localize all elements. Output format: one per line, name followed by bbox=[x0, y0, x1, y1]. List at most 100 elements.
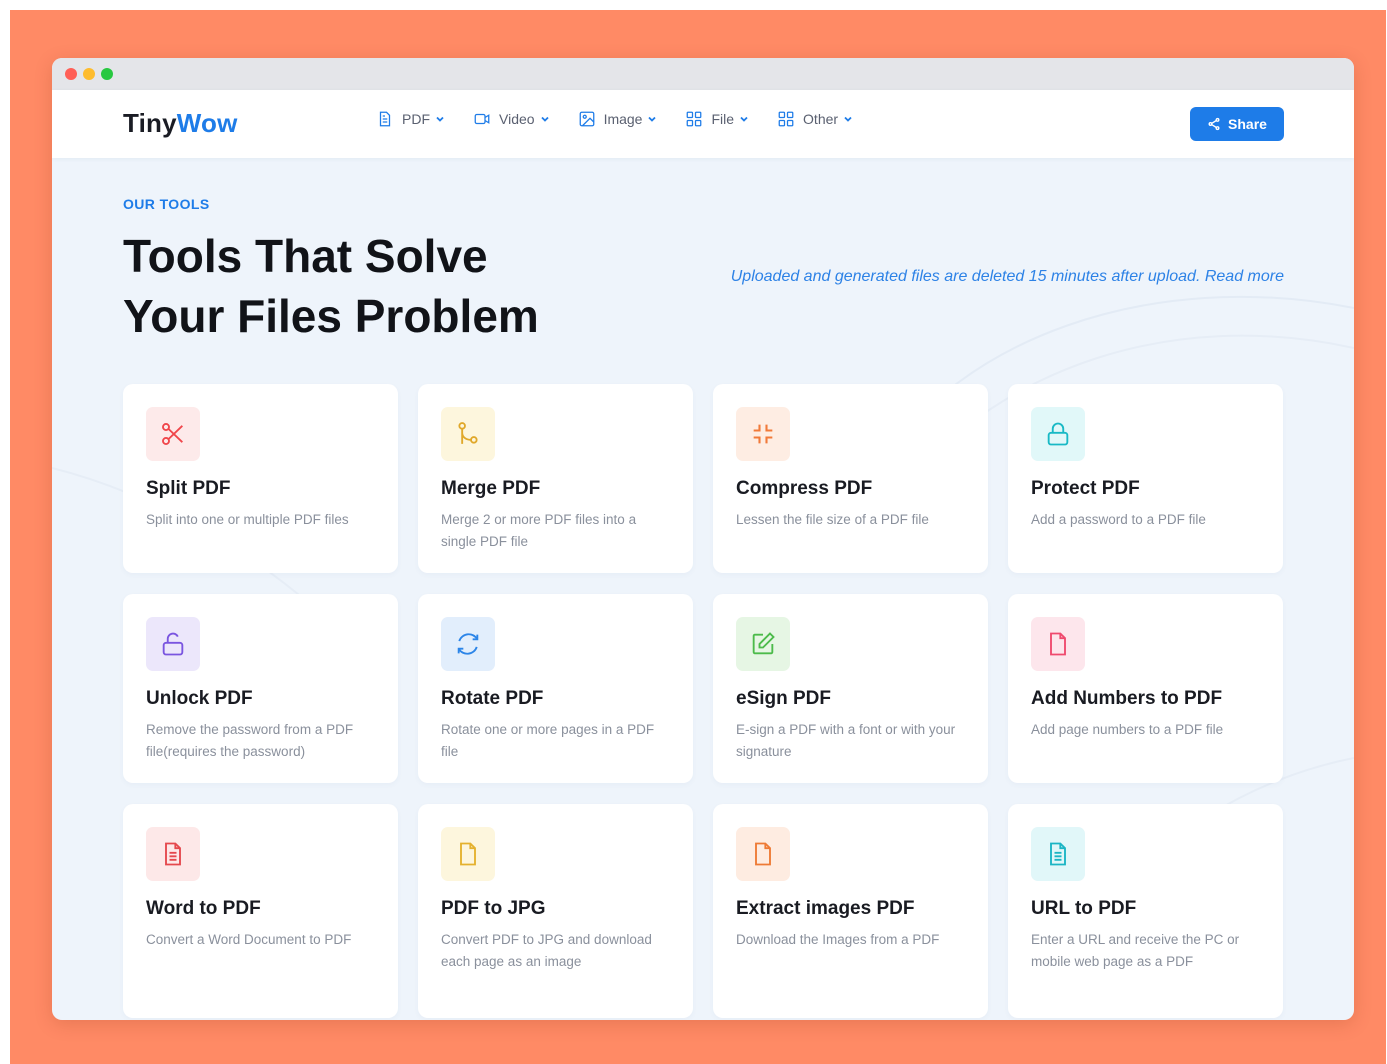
tool-title: Rotate PDF bbox=[441, 688, 544, 709]
tool-card-compress-pdf[interactable]: Compress PDF Lessen the file size of a P… bbox=[713, 384, 988, 573]
close-window-dot[interactable] bbox=[65, 68, 77, 80]
file-icon bbox=[1050, 632, 1066, 656]
tool-card-merge-pdf[interactable]: Merge PDF Merge 2 or more PDF files into… bbox=[418, 384, 693, 573]
scissors-icon bbox=[162, 423, 183, 445]
nav-item-label: PDF bbox=[402, 111, 430, 127]
nav-item-label: Image bbox=[603, 111, 643, 127]
share-button-label: Share bbox=[1228, 116, 1267, 132]
section-eyebrow: OUR TOOLS bbox=[123, 196, 210, 212]
share-button[interactable]: Share bbox=[1190, 107, 1284, 141]
chevron-down-icon bbox=[740, 116, 748, 122]
maximize-window-dot[interactable] bbox=[101, 68, 113, 80]
chevron-down-icon bbox=[648, 116, 657, 122]
window-titlebar bbox=[52, 58, 1354, 90]
lock-icon bbox=[1047, 422, 1069, 446]
minimize-window-dot[interactable] bbox=[83, 68, 95, 80]
grid-icon bbox=[687, 111, 702, 127]
tool-card-rotate-pdf[interactable]: Rotate PDF Rotate one or more pages in a… bbox=[418, 594, 693, 783]
nav-item-label: Video bbox=[499, 111, 535, 127]
tool-card-protect-pdf[interactable]: Protect PDF Add a password to a PDF file bbox=[1008, 384, 1283, 573]
chevron-down-icon bbox=[436, 116, 444, 122]
tool-card-url-to-pdf[interactable]: URL to PDF Enter a URL and receive the P… bbox=[1008, 804, 1283, 1018]
nav-item-other[interactable]: Other bbox=[777, 110, 853, 128]
grid-icon bbox=[778, 111, 794, 127]
nav-menu: PDF Video Image File Other bbox=[376, 110, 881, 128]
tool-description: Add a password to a PDF file bbox=[1031, 512, 1206, 527]
nav-item-pdf[interactable]: PDF bbox=[376, 110, 445, 128]
logo-text-wow: Wow bbox=[176, 108, 238, 138]
document-icon bbox=[379, 111, 391, 127]
rotate-icon bbox=[457, 633, 479, 655]
file-deletion-notice[interactable]: Uploaded and generated files are deleted… bbox=[731, 268, 1284, 286]
tools-grid: Split PDF Split into one or multiple PDF… bbox=[123, 384, 1283, 1018]
nav-item-video[interactable]: Video bbox=[473, 110, 550, 128]
tool-description: Enter a URL and receive the PC or mobile… bbox=[1031, 932, 1240, 969]
tool-title: Add Numbers to PDF bbox=[1031, 688, 1223, 709]
tool-title: Extract images PDF bbox=[736, 898, 915, 919]
tool-description: Download the Images from a PDF bbox=[736, 932, 940, 947]
nav-item-image[interactable]: Image bbox=[578, 110, 658, 128]
tool-description: Lessen the file size of a PDF file bbox=[736, 512, 929, 527]
tool-icon-box bbox=[1031, 617, 1085, 671]
tool-description: Remove the password from a PDF file(requ… bbox=[146, 722, 354, 759]
tool-icon-box bbox=[1031, 827, 1085, 881]
merge-icon bbox=[458, 422, 478, 444]
tool-description: Add page numbers to a PDF file bbox=[1031, 722, 1224, 737]
tool-description: Convert PDF to JPG and download each pag… bbox=[441, 932, 652, 969]
tool-description: Rotate one or more pages in a PDF file bbox=[441, 722, 655, 759]
tool-icon-box bbox=[441, 407, 495, 461]
tool-icon-box bbox=[146, 407, 200, 461]
page-title: Tools That Solve Your Files Problem bbox=[123, 226, 643, 346]
tool-icon-box bbox=[736, 827, 790, 881]
unlock-icon bbox=[162, 632, 184, 656]
compress-icon bbox=[753, 424, 773, 444]
edit-icon bbox=[752, 632, 775, 655]
tool-card-add-numbers-to-pdf[interactable]: Add Numbers to PDF Add page numbers to a… bbox=[1008, 594, 1283, 783]
document-text-icon bbox=[165, 842, 181, 866]
tool-card-extract-images-pdf[interactable]: Extract images PDF Download the Images f… bbox=[713, 804, 988, 1018]
tool-title: eSign PDF bbox=[736, 688, 832, 709]
tool-icon-box bbox=[1031, 407, 1085, 461]
main-content: OUR TOOLS Tools That Solve Your Files Pr… bbox=[52, 158, 1354, 1020]
tool-description: Split into one or multiple PDF files bbox=[146, 512, 349, 527]
tool-title: Unlock PDF bbox=[146, 688, 253, 709]
browser-window: TinyWow PDF Video Image File Other Share… bbox=[52, 58, 1354, 1020]
page-title-line-2: Your Files Problem bbox=[123, 290, 539, 342]
chevron-down-icon bbox=[540, 116, 549, 122]
chevron-down-icon bbox=[844, 116, 852, 122]
tool-description: Convert a Word Document to PDF bbox=[146, 932, 352, 947]
tool-title: Merge PDF bbox=[441, 478, 541, 499]
background-frame: TinyWow PDF Video Image File Other Share… bbox=[10, 10, 1386, 1064]
nav-item-file[interactable]: File bbox=[685, 110, 749, 128]
tool-card-unlock-pdf[interactable]: Unlock PDF Remove the password from a PD… bbox=[123, 594, 398, 783]
tool-card-pdf-to-jpg[interactable]: PDF to JPG Convert PDF to JPG and downlo… bbox=[418, 804, 693, 1018]
document-text-icon bbox=[1050, 842, 1066, 866]
tool-description: E-sign a PDF with a font or with your si… bbox=[736, 722, 956, 759]
tool-icon-box bbox=[736, 617, 790, 671]
video-camera-icon bbox=[474, 113, 490, 125]
tool-icon-box bbox=[146, 827, 200, 881]
share-icon bbox=[1208, 117, 1220, 131]
tool-icon-box bbox=[441, 827, 495, 881]
tool-card-word-to-pdf[interactable]: Word to PDF Convert a Word Document to P… bbox=[123, 804, 398, 1018]
tool-title: Compress PDF bbox=[736, 478, 873, 499]
tool-description: Merge 2 or more PDF files into a single … bbox=[441, 512, 637, 549]
tool-icon-box bbox=[146, 617, 200, 671]
logo-text-tiny: Tiny bbox=[123, 108, 177, 138]
file-icon bbox=[460, 842, 476, 866]
file-icon bbox=[755, 842, 771, 866]
tool-icon-box bbox=[736, 407, 790, 461]
page-title-line-1: Tools That Solve bbox=[123, 230, 488, 282]
tool-title: PDF to JPG bbox=[441, 898, 546, 919]
tool-title: Protect PDF bbox=[1031, 478, 1140, 499]
top-navbar: TinyWow PDF Video Image File Other Share bbox=[52, 90, 1354, 158]
tool-icon-box bbox=[441, 617, 495, 671]
nav-item-label: Other bbox=[803, 111, 839, 127]
nav-item-label: File bbox=[711, 111, 735, 127]
tool-title: Word to PDF bbox=[146, 898, 261, 919]
site-logo[interactable]: TinyWow bbox=[123, 108, 238, 139]
tool-title: URL to PDF bbox=[1031, 898, 1137, 919]
tool-card-esign-pdf[interactable]: eSign PDF E-sign a PDF with a font or wi… bbox=[713, 594, 988, 783]
tool-card-split-pdf[interactable]: Split PDF Split into one or multiple PDF… bbox=[123, 384, 398, 573]
image-icon bbox=[579, 111, 594, 127]
